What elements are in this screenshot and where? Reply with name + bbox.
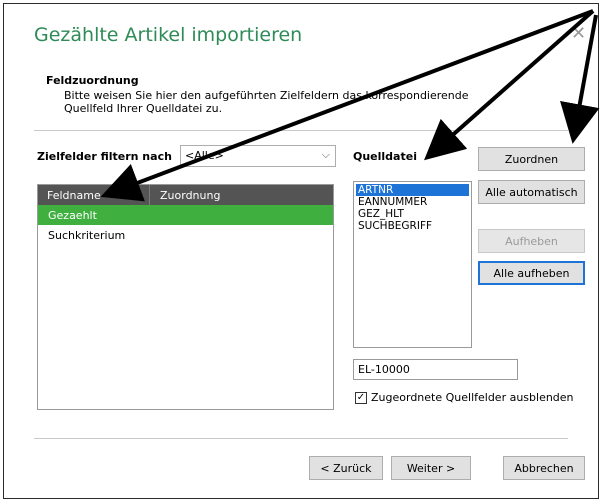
- annotation-arrows: [100, 9, 600, 202]
- arrow-to-feldname-icon: [100, 9, 594, 202]
- arrow-to-zuordnen-icon: [560, 14, 600, 144]
- arrow-to-quelldatei-icon: [424, 9, 595, 161]
